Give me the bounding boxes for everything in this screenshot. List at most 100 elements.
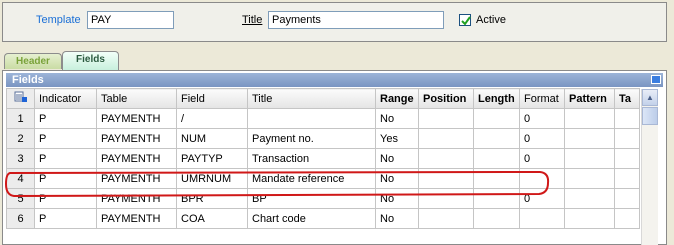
cell-ta[interactable] — [614, 188, 640, 209]
cell-position[interactable] — [418, 168, 474, 189]
cell-length[interactable] — [473, 208, 520, 229]
tab-header[interactable]: Header — [4, 53, 62, 69]
cell-field[interactable]: COA — [176, 208, 248, 229]
template-label: Template — [36, 14, 81, 26]
cell-position[interactable] — [418, 148, 474, 169]
add-row-icon[interactable] — [14, 91, 27, 103]
cell-indicator[interactable]: P — [34, 108, 97, 129]
template-input[interactable]: PAY — [87, 11, 174, 29]
cell-title[interactable]: Payment no. — [247, 128, 376, 149]
table-row[interactable]: 2 P PAYMENTH NUM Payment no. Yes 0 — [6, 128, 640, 149]
cell-indicator[interactable]: P — [34, 128, 97, 149]
title-label-text: Title — [242, 14, 263, 26]
cell-field[interactable]: BPR — [176, 188, 248, 209]
tab-fields[interactable]: Fields — [62, 51, 119, 70]
cell-format[interactable]: 0 — [519, 108, 565, 129]
col-header-field[interactable]: Field — [176, 88, 248, 109]
col-header-format[interactable]: Format — [519, 88, 565, 109]
title-label: Title — [242, 14, 262, 26]
col-header-title[interactable]: Title — [247, 88, 376, 109]
cell-title[interactable]: Mandate reference — [247, 168, 376, 189]
cell-title[interactable]: BP — [247, 188, 376, 209]
cell-field[interactable]: / — [176, 108, 248, 129]
col-header-pattern[interactable]: Pattern — [564, 88, 615, 109]
cell-range[interactable]: No — [375, 108, 419, 129]
col-header-table[interactable]: Table — [96, 88, 177, 109]
cell-format[interactable]: 0 — [519, 188, 565, 209]
title-input[interactable]: Payments — [268, 11, 444, 29]
cell-ta[interactable] — [614, 148, 640, 169]
col-header-indicator[interactable]: Indicator — [34, 88, 97, 109]
cell-table[interactable]: PAYMENTH — [96, 148, 177, 169]
scroll-thumb[interactable] — [642, 107, 658, 125]
cell-position[interactable] — [418, 108, 474, 129]
active-checkbox[interactable] — [459, 14, 471, 26]
cell-table[interactable]: PAYMENTH — [96, 208, 177, 229]
cell-ta[interactable] — [614, 128, 640, 149]
cell-position[interactable] — [418, 208, 474, 229]
table-row[interactable]: 1 P PAYMENTH / No 0 — [6, 108, 640, 129]
table-row[interactable]: 5 P PAYMENTH BPR BP No 0 — [6, 188, 640, 209]
cell-pattern[interactable] — [564, 208, 615, 229]
row-number[interactable]: 1 — [6, 108, 35, 129]
cell-pattern[interactable] — [564, 188, 615, 209]
cell-length[interactable] — [473, 128, 520, 149]
row-number[interactable]: 4 — [6, 168, 35, 189]
cell-range[interactable]: No — [375, 208, 419, 229]
cell-length[interactable] — [473, 108, 520, 129]
row-number[interactable]: 5 — [6, 188, 35, 209]
cell-length[interactable] — [473, 168, 520, 189]
grid-title-bar: Fields — [6, 73, 663, 87]
table-row[interactable]: 4 P PAYMENTH UMRNUM Mandate reference No — [6, 168, 640, 189]
col-header-position[interactable]: Position — [418, 88, 474, 109]
cell-field[interactable]: UMRNUM — [176, 168, 248, 189]
cell-position[interactable] — [418, 188, 474, 209]
row-number[interactable]: 2 — [6, 128, 35, 149]
grid-title: Fields — [12, 74, 44, 86]
cell-table[interactable]: PAYMENTH — [96, 168, 177, 189]
maximize-icon[interactable] — [651, 75, 661, 84]
col-header-length[interactable]: Length — [473, 88, 520, 109]
cell-format[interactable] — [519, 168, 565, 189]
vertical-scrollbar[interactable]: ▲ — [641, 89, 658, 245]
cell-range[interactable]: Yes — [375, 128, 419, 149]
cell-ta[interactable] — [614, 208, 640, 229]
table-row[interactable]: 6 P PAYMENTH COA Chart code No — [6, 208, 640, 229]
cell-table[interactable]: PAYMENTH — [96, 108, 177, 129]
cell-range[interactable]: No — [375, 168, 419, 189]
cell-field[interactable]: NUM — [176, 128, 248, 149]
cell-ta[interactable] — [614, 168, 640, 189]
cell-indicator[interactable]: P — [34, 188, 97, 209]
cell-format[interactable]: 0 — [519, 128, 565, 149]
scroll-up-icon[interactable]: ▲ — [642, 89, 658, 106]
grid-corner[interactable] — [6, 88, 35, 109]
row-number[interactable]: 6 — [6, 208, 35, 229]
cell-ta[interactable] — [614, 108, 640, 129]
cell-table[interactable]: PAYMENTH — [96, 128, 177, 149]
cell-indicator[interactable]: P — [34, 168, 97, 189]
cell-title[interactable]: Transaction — [247, 148, 376, 169]
cell-pattern[interactable] — [564, 108, 615, 129]
cell-range[interactable]: No — [375, 188, 419, 209]
cell-title[interactable] — [247, 108, 376, 129]
cell-field[interactable]: PAYTYP — [176, 148, 248, 169]
cell-indicator[interactable]: P — [34, 208, 97, 229]
fields-table-area: Indicator Table Field Title Range Positi… — [6, 88, 641, 245]
cell-indicator[interactable]: P — [34, 148, 97, 169]
cell-title[interactable]: Chart code — [247, 208, 376, 229]
cell-position[interactable] — [418, 128, 474, 149]
cell-range[interactable]: No — [375, 148, 419, 169]
cell-pattern[interactable] — [564, 148, 615, 169]
cell-format[interactable]: 0 — [519, 148, 565, 169]
cell-length[interactable] — [473, 188, 520, 209]
active-label: Active — [476, 14, 506, 26]
table-row[interactable]: 3 P PAYMENTH PAYTYP Transaction No 0 — [6, 148, 640, 169]
row-number[interactable]: 3 — [6, 148, 35, 169]
col-header-range[interactable]: Range — [375, 88, 419, 109]
cell-pattern[interactable] — [564, 128, 615, 149]
cell-format[interactable] — [519, 208, 565, 229]
cell-length[interactable] — [473, 148, 520, 169]
cell-pattern[interactable] — [564, 168, 615, 189]
col-header-ta[interactable]: Ta — [614, 88, 640, 109]
cell-table[interactable]: PAYMENTH — [96, 188, 177, 209]
